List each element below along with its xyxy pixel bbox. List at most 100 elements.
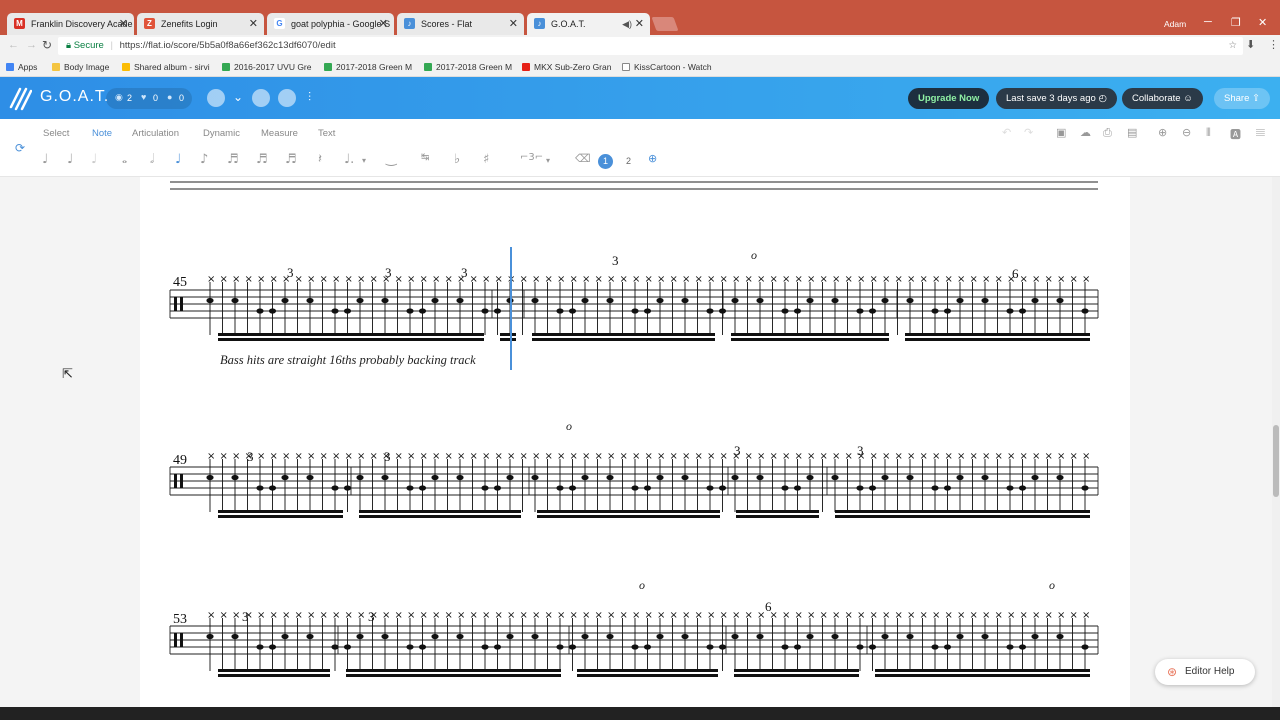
- user-name[interactable]: Adam: [1164, 19, 1186, 29]
- new-tab-button[interactable]: [651, 17, 679, 31]
- close-icon[interactable]: ✕: [379, 13, 388, 35]
- flat-icon[interactable]: ♭: [454, 152, 460, 167]
- url-field[interactable]: 🔒︎ Secure | https://flat.io/score/5b5a0f…: [58, 37, 1243, 55]
- browser-tab-1[interactable]: M Franklin Discovery Acade ✕: [7, 13, 134, 35]
- note-high-icon[interactable]: ♩: [91, 152, 97, 167]
- reload-icon[interactable]: ↻: [42, 38, 52, 52]
- tuplet-number: 6: [765, 599, 772, 614]
- browser-tab-3[interactable]: G goat polyphia - Google S ✕: [267, 13, 394, 35]
- browser-tab-2[interactable]: Z Zenefits Login ✕: [137, 13, 264, 35]
- zoom-out-icon[interactable]: ⊖: [1182, 126, 1191, 139]
- measure-number: 49: [173, 453, 187, 468]
- tab-articulation[interactable]: Articulation: [132, 128, 179, 139]
- hihat-note: ×: [457, 451, 465, 462]
- rest-icon[interactable]: 𝄽: [318, 152, 322, 167]
- clock-icon: ◴: [1098, 93, 1107, 104]
- piano-icon[interactable]: 𝄙: [1256, 126, 1265, 140]
- tab-note[interactable]: Note: [92, 128, 112, 139]
- voice-2-button[interactable]: 2: [626, 156, 631, 166]
- mixer-icon[interactable]: ⫶: [308, 90, 311, 105]
- close-icon[interactable]: ✕: [635, 13, 644, 35]
- chevron-down-icon[interactable]: ▾: [362, 156, 366, 165]
- sixteenth-note-icon[interactable]: ♬: [227, 152, 239, 167]
- bookmark-item[interactable]: 2017-2018 Green M: [424, 62, 512, 72]
- bookmark-item[interactable]: 2016-2017 UVU Gre: [222, 62, 312, 72]
- collaborate-button[interactable]: Collaborate ☺: [1122, 88, 1203, 109]
- hihat-note: ×: [520, 610, 528, 621]
- menu-icon[interactable]: ⋮: [1268, 38, 1279, 51]
- print-icon[interactable]: ⎙: [1103, 126, 1112, 140]
- close-icon[interactable]: ✕: [509, 13, 518, 35]
- close-icon[interactable]: ✕: [249, 13, 258, 35]
- half-note-icon[interactable]: 𝅗𝅥: [150, 152, 154, 167]
- tuplet-icon[interactable]: ↹: [421, 152, 429, 163]
- tab-dynamic[interactable]: Dynamic: [203, 128, 240, 139]
- bookmark-apps[interactable]: Apps: [6, 62, 37, 72]
- scrollbar-thumb[interactable]: [1273, 425, 1279, 497]
- tab-text[interactable]: Text: [318, 128, 335, 139]
- redo-icon[interactable]: ↷: [1024, 126, 1033, 139]
- hihat-note: ×: [945, 451, 953, 462]
- dot-icon[interactable]: ♩.: [344, 152, 354, 167]
- undo-icon[interactable]: ↶: [1002, 126, 1011, 139]
- editor-help-button[interactable]: ⊛ Editor Help: [1155, 659, 1255, 685]
- rewind-button[interactable]: [252, 89, 270, 107]
- share-button[interactable]: Share ⇪: [1214, 88, 1270, 109]
- back-icon[interactable]: ←: [8, 39, 19, 51]
- window-close-icon[interactable]: ✕: [1258, 16, 1267, 29]
- note-mid-icon[interactable]: ♩: [67, 152, 73, 167]
- chevron-down-icon[interactable]: ⌄: [233, 90, 243, 104]
- quarter-note-icon[interactable]: ♩: [175, 152, 181, 167]
- beam: [532, 338, 715, 341]
- play-button[interactable]: [278, 89, 296, 107]
- last-save-button[interactable]: Last save 3 days ago ◴: [996, 88, 1117, 109]
- speaker-icon[interactable]: ◀): [622, 13, 632, 35]
- bookmark-item[interactable]: Shared album - sirvi: [122, 62, 210, 72]
- star-icon[interactable]: ☆: [1228, 37, 1237, 55]
- hihat-note: ×: [882, 451, 890, 462]
- delete-icon[interactable]: ⌫: [575, 152, 591, 165]
- layout-icon[interactable]: ▤: [1127, 126, 1137, 139]
- browser-tab-5[interactable]: ♪ G.O.A.T. ◀) ✕: [527, 13, 650, 35]
- flat-logo-icon[interactable]: [8, 85, 32, 111]
- upgrade-button[interactable]: Upgrade Now: [908, 88, 990, 109]
- sixtyfourth-note-icon[interactable]: ♬: [285, 152, 297, 167]
- forward-icon[interactable]: →: [26, 39, 37, 51]
- bookmark-item[interactable]: 2017-2018 Green M: [324, 62, 412, 72]
- parts-icon[interactable]: ⦀: [1206, 126, 1211, 140]
- browser-tab-4[interactable]: ♪ Scores - Flat ✕: [397, 13, 524, 35]
- eighth-note-icon[interactable]: ♪: [200, 152, 208, 167]
- voice-1-button[interactable]: 1: [598, 154, 613, 169]
- bookmark-item[interactable]: KissCartoon - Watch: [622, 62, 712, 72]
- thirtysecond-note-icon[interactable]: ♬: [256, 152, 268, 167]
- bookmark-label: 2017-2018 Green M: [436, 62, 513, 72]
- score-title[interactable]: G.O.A.T.: [40, 88, 109, 106]
- upload-icon[interactable]: ☁: [1080, 126, 1091, 139]
- bookmark-item[interactable]: MKX Sub-Zero Gran: [522, 62, 611, 72]
- close-icon[interactable]: ✕: [119, 13, 128, 35]
- url-text: https://flat.io/score/5b5a0f8a66ef362c13…: [119, 40, 336, 51]
- note-low-icon[interactable]: ♩: [42, 152, 48, 167]
- chevron-down-icon[interactable]: ▾: [546, 156, 550, 165]
- bookmark-item[interactable]: Body Image: [52, 62, 109, 72]
- add-voice-icon[interactable]: ⊕: [648, 152, 657, 165]
- triplet-icon[interactable]: ⌐3⌐: [520, 152, 543, 163]
- sharp-icon[interactable]: ♯: [483, 152, 489, 167]
- tab-measure[interactable]: Measure: [261, 128, 298, 139]
- stop-button[interactable]: [207, 89, 225, 107]
- auto-advance-icon[interactable]: ⟳: [15, 141, 25, 155]
- download-icon[interactable]: ⬇: [1246, 38, 1255, 51]
- text-format-icon[interactable]: 🅰︎: [1230, 126, 1241, 142]
- whole-note-icon[interactable]: 𝅝: [122, 152, 127, 167]
- hihat-note: ×: [507, 451, 515, 462]
- zoom-in-icon[interactable]: ⊕: [1158, 126, 1167, 139]
- maximize-icon[interactable]: ❐: [1231, 16, 1241, 29]
- score-canvas[interactable]: × × × × × × × × × × × × × × × × × × × × × × × × × × × × × × × × × × × × × × × ×…: [140, 177, 1130, 707]
- save-icon[interactable]: ▣: [1056, 126, 1066, 139]
- hihat-note: ×: [995, 274, 1003, 285]
- minimize-icon[interactable]: ─: [1204, 16, 1212, 28]
- tab-select[interactable]: Select: [43, 128, 69, 139]
- text-annotation[interactable]: Bass hits are straight 16ths probably ba…: [220, 353, 476, 368]
- tie-icon[interactable]: ‿: [386, 152, 396, 167]
- hihat-note: ×: [282, 451, 290, 462]
